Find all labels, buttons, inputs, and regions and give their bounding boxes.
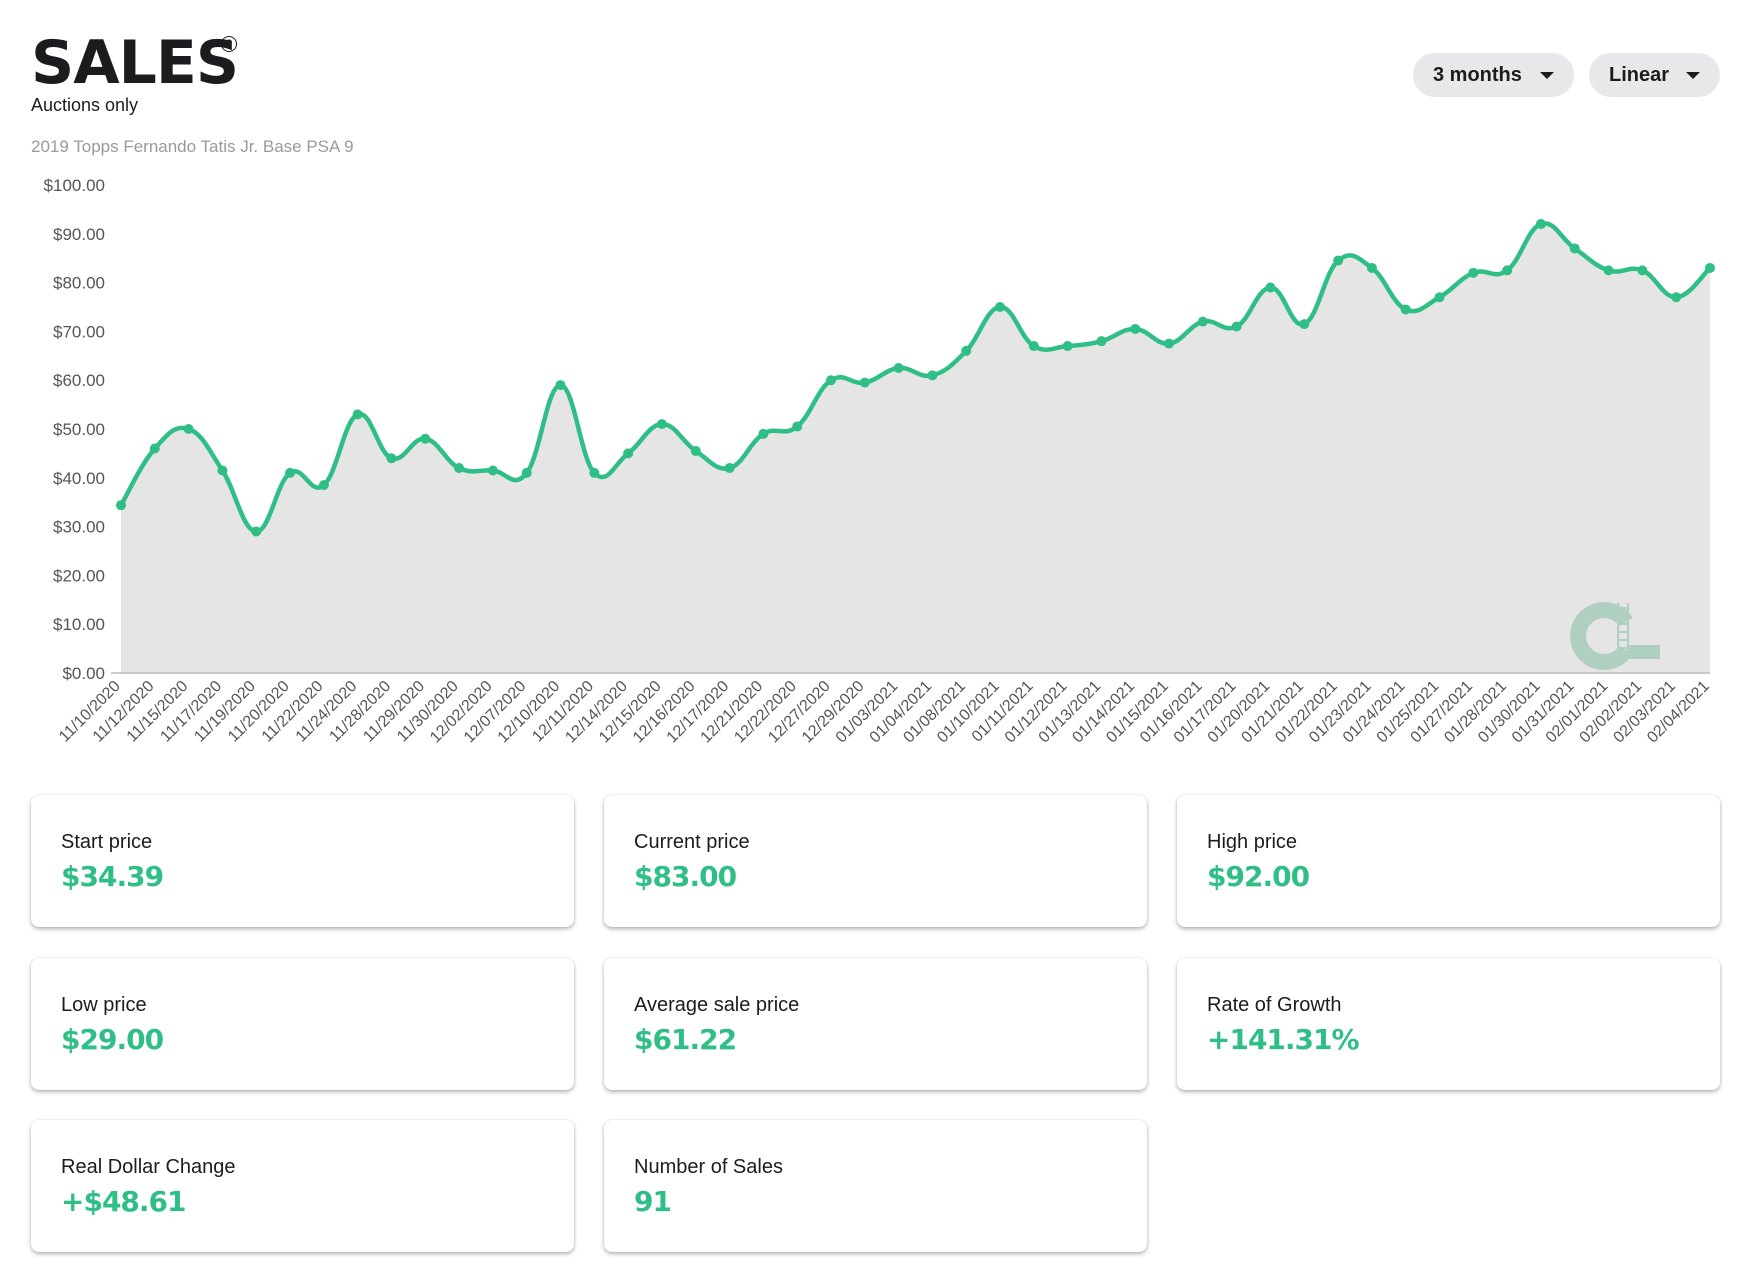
data-point	[1468, 267, 1479, 278]
stat-value: $61.22	[634, 1023, 737, 1056]
data-point	[724, 463, 735, 474]
data-point	[825, 375, 836, 386]
y-tick-label: $20.00	[53, 566, 105, 585]
data-point	[487, 465, 498, 476]
data-point	[1603, 265, 1614, 276]
data-point	[656, 419, 667, 430]
data-point	[1231, 321, 1242, 332]
stat-label: Current price	[634, 831, 750, 853]
data-point	[1671, 292, 1682, 303]
stat-label: Rate of Growth	[1207, 994, 1342, 1016]
y-tick-label: $100.00	[44, 176, 105, 195]
data-point	[1434, 292, 1445, 303]
stat-value: +$48.61	[61, 1185, 187, 1218]
data-point	[1705, 262, 1715, 273]
y-tick-label: $30.00	[53, 518, 105, 537]
data-point	[521, 467, 532, 478]
data-point	[454, 463, 465, 474]
data-point	[318, 480, 329, 491]
y-tick-label: $10.00	[53, 615, 105, 634]
stat-card: Real Dollar Change +$48.61	[31, 1120, 574, 1252]
data-point	[927, 370, 938, 381]
stat-label: Number of Sales	[634, 1156, 783, 1178]
data-point	[1130, 323, 1141, 334]
logo-ladder-rung	[1617, 647, 1629, 649]
stat-card: Current price $83.00	[604, 795, 1147, 927]
data-point	[1062, 341, 1073, 352]
stat-card: Low price $29.00	[31, 958, 574, 1090]
data-point	[251, 526, 262, 537]
data-point	[1265, 282, 1276, 293]
data-point	[758, 428, 769, 439]
data-point	[1400, 304, 1411, 315]
sales-chart: $0.00 $10.00 $20.00 $30.00 $40.00 $50.00 $60.0…	[44, 176, 1715, 746]
y-tick-label: $50.00	[53, 420, 105, 439]
logo-l	[1629, 645, 1660, 659]
y-tick-label: $40.00	[53, 469, 105, 488]
y-tick-label: $80.00	[53, 274, 105, 293]
stat-value: 91	[634, 1185, 672, 1218]
data-point	[1197, 316, 1208, 327]
data-point	[893, 363, 904, 373]
logo-ladder-rung	[1617, 655, 1629, 657]
data-point	[217, 465, 228, 476]
stat-value: $83.00	[634, 860, 737, 893]
data-point	[1164, 338, 1175, 349]
logo-ladder-rung	[1617, 615, 1629, 617]
logo-ladder-rung	[1617, 623, 1629, 625]
data-point	[352, 409, 363, 420]
data-point	[961, 345, 972, 356]
stat-card: Average sale price $61.22	[604, 958, 1147, 1090]
logo-ladder-rung	[1617, 631, 1629, 633]
area-fill	[121, 223, 1710, 673]
data-point	[1637, 265, 1648, 276]
data-point	[555, 380, 566, 391]
data-point	[420, 433, 431, 444]
stat-label: High price	[1207, 831, 1298, 853]
stat-label: Average sale price	[634, 994, 800, 1016]
data-point	[792, 421, 803, 432]
data-point	[1333, 255, 1344, 266]
stat-label: Start price	[61, 831, 153, 853]
data-point	[995, 302, 1006, 312]
data-point	[690, 445, 701, 456]
y-tick-label: $0.00	[62, 664, 105, 683]
stat-card: Rate of Growth +141.31%	[1177, 958, 1720, 1090]
data-point	[1366, 262, 1377, 273]
y-tick-label: $70.00	[53, 322, 105, 341]
data-point	[1502, 265, 1513, 276]
data-point	[285, 467, 296, 478]
logo-ladder-rung	[1617, 639, 1629, 641]
stat-card: Start price $34.39	[31, 795, 574, 927]
data-point	[1028, 341, 1039, 352]
stat-value: $34.39	[61, 860, 164, 893]
stat-value: +141.31%	[1207, 1023, 1360, 1056]
stat-label: Low price	[61, 994, 147, 1016]
data-point	[183, 424, 194, 434]
data-point	[149, 443, 160, 454]
data-point	[1535, 219, 1546, 230]
data-point	[1299, 319, 1310, 330]
logo-ladder-rung	[1617, 607, 1629, 609]
data-point	[386, 453, 397, 464]
stat-card: High price $92.00	[1177, 795, 1720, 927]
data-point	[859, 377, 870, 388]
stat-card: Number of Sales 91	[604, 1120, 1147, 1252]
data-point	[623, 448, 634, 459]
stat-label: Real Dollar Change	[61, 1156, 236, 1178]
data-point	[1096, 336, 1107, 347]
y-tick-label: $90.00	[53, 225, 105, 244]
data-point	[116, 500, 126, 511]
y-tick-label: $60.00	[53, 371, 105, 390]
data-point	[589, 467, 600, 478]
stat-value: $92.00	[1207, 860, 1310, 893]
data-point	[1569, 243, 1580, 254]
stat-value: $29.00	[61, 1023, 164, 1056]
